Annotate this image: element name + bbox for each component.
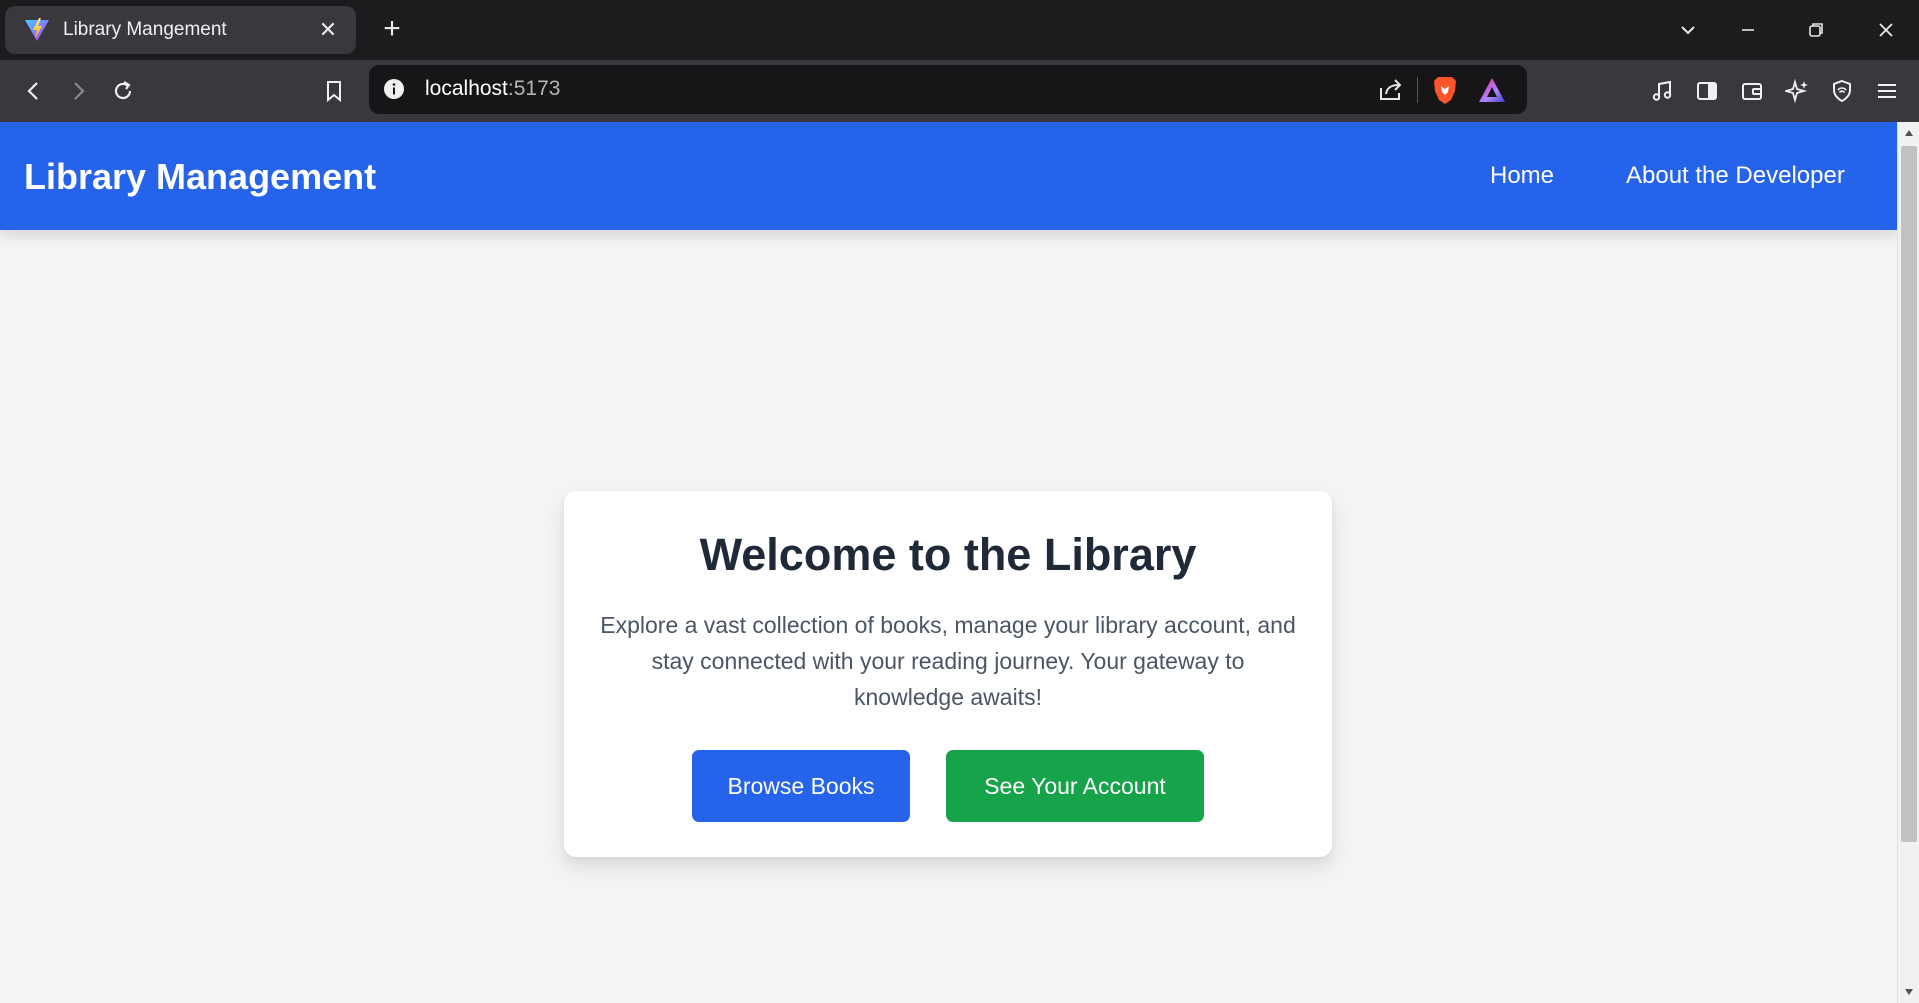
tab-title: Library Mangement <box>63 19 227 40</box>
scroll-up-arrow-icon[interactable] <box>1898 124 1919 142</box>
nav-link-about-developer[interactable]: About the Developer <box>1626 162 1845 190</box>
url-host: localhost <box>425 77 508 100</box>
url-port: :5173 <box>507 77 561 100</box>
new-tab-button[interactable]: + <box>374 12 410 48</box>
address-bar[interactable]: localhost:5173 <box>369 65 1527 114</box>
rewards-triangle-icon[interactable] <box>1477 76 1507 104</box>
shield-icon[interactable] <box>1824 73 1860 109</box>
browser-tab-strip: Library Mangement ✕ + <box>0 0 1919 60</box>
sidebar-icon[interactable] <box>1689 73 1725 109</box>
welcome-card: Welcome to the Library Explore a vast co… <box>564 491 1332 857</box>
navbar: Library Management Home About the Develo… <box>0 122 1897 230</box>
browser-tab[interactable]: Library Mangement ✕ <box>5 6 356 54</box>
wallet-icon[interactable] <box>1734 73 1770 109</box>
forward-arrow-icon[interactable] <box>60 73 96 109</box>
welcome-description: Explore a vast collection of books, mana… <box>600 612 1296 710</box>
see-account-button[interactable]: See Your Account <box>946 750 1204 822</box>
scrollbar-thumb[interactable] <box>1901 146 1917 842</box>
brave-lion-icon[interactable] <box>1431 75 1459 105</box>
tab-close-icon[interactable]: ✕ <box>314 17 342 43</box>
chevron-down-icon[interactable] <box>1666 10 1710 50</box>
page-scrollbar[interactable] <box>1897 122 1919 1003</box>
restore-icon[interactable] <box>1794 10 1838 50</box>
info-icon[interactable] <box>383 78 405 100</box>
vite-icon <box>23 16 51 44</box>
welcome-title: Welcome to the Library <box>699 529 1197 580</box>
sparkle-icon[interactable] <box>1779 73 1815 109</box>
omnibox-divider <box>1417 77 1418 103</box>
url-text[interactable]: localhost:5173 <box>425 77 560 101</box>
back-arrow-icon[interactable] <box>16 73 52 109</box>
hamburger-menu-icon[interactable] <box>1869 73 1905 109</box>
browse-books-button[interactable]: Browse Books <box>692 750 910 822</box>
scroll-down-arrow-icon[interactable] <box>1898 983 1919 1001</box>
share-icon[interactable] <box>1377 76 1405 104</box>
brand-title[interactable]: Library Management <box>24 156 376 198</box>
nav-link-home[interactable]: Home <box>1490 162 1554 190</box>
reload-icon[interactable] <box>105 73 141 109</box>
close-icon[interactable] <box>1864 10 1908 50</box>
page-viewport: Library Management Home About the Develo… <box>0 122 1897 1003</box>
music-note-icon[interactable] <box>1644 73 1680 109</box>
bookmark-icon[interactable] <box>316 73 352 109</box>
minimize-icon[interactable] <box>1726 10 1770 50</box>
